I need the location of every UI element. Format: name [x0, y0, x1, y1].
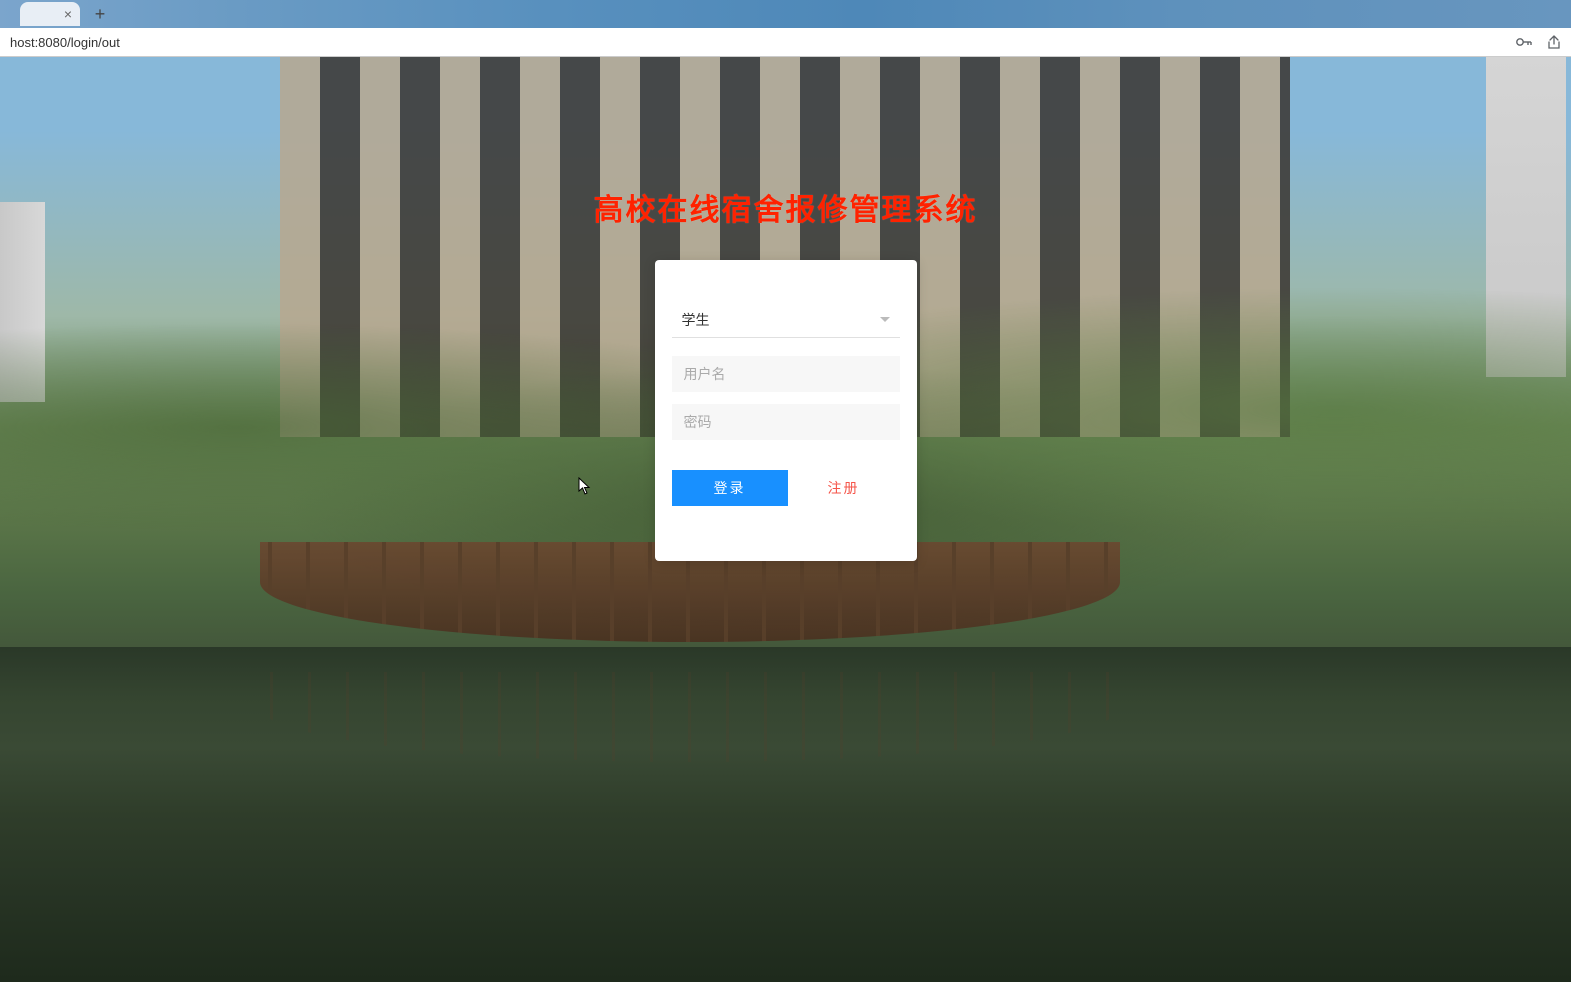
share-icon[interactable] — [1545, 33, 1563, 51]
new-tab-button[interactable]: + — [86, 2, 114, 26]
browser-chrome: × + host:8080/login/out — [0, 0, 1571, 57]
browser-tab[interactable]: × — [20, 2, 80, 26]
page-title: 高校在线宿舍报修管理系统 — [594, 185, 978, 229]
button-row: 登录 注册 — [672, 470, 900, 506]
role-select-value: 学生 — [682, 310, 880, 330]
key-icon[interactable] — [1515, 33, 1533, 51]
tab-bar: × + — [0, 0, 1571, 28]
login-card: 学生 登录 注册 — [655, 260, 917, 561]
username-input[interactable] — [672, 356, 900, 392]
page-background: 高校在线宿舍报修管理系统 学生 登录 注册 — [0, 57, 1571, 982]
url-text: host:8080/login/out — [8, 35, 1515, 50]
close-icon[interactable]: × — [64, 6, 72, 22]
role-select[interactable]: 学生 — [672, 302, 900, 338]
address-bar-icons — [1515, 33, 1563, 51]
chevron-down-icon — [880, 317, 890, 322]
address-bar[interactable]: host:8080/login/out — [0, 28, 1571, 57]
register-link[interactable]: 注册 — [828, 478, 860, 498]
login-button[interactable]: 登录 — [672, 470, 788, 506]
password-input[interactable] — [672, 404, 900, 440]
